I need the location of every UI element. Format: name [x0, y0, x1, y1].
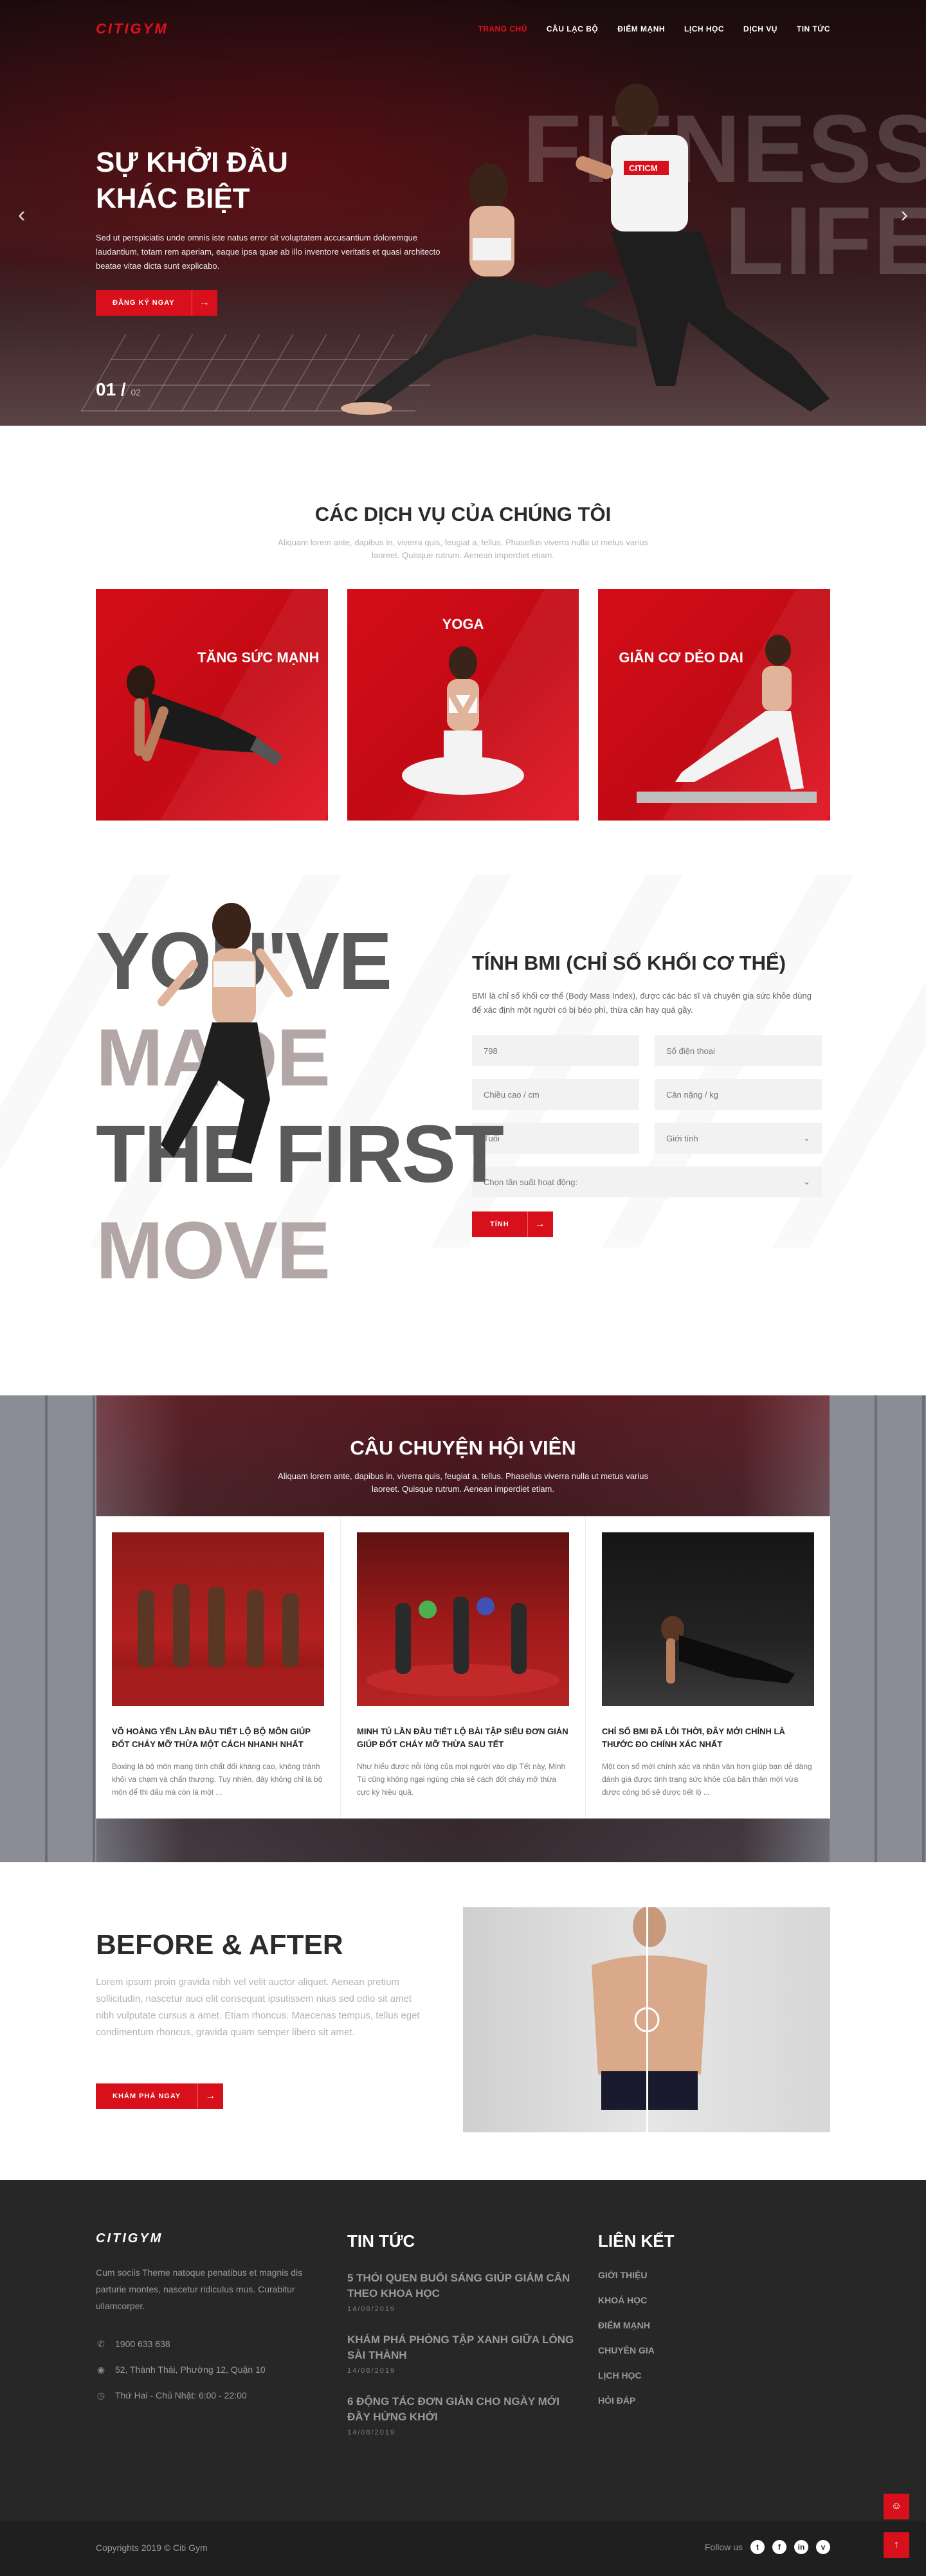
prev-slide-icon[interactable]: ‹ — [18, 203, 25, 228]
nav-item-strengths[interactable]: Điểm mạnh — [617, 24, 665, 33]
footer-logo[interactable]: CITIGYM — [96, 2231, 314, 2246]
story-title[interactable]: Võ Hoàng Yến lần đầu tiết lộ bộ môn giúp… — [112, 1725, 324, 1751]
footer-about: CITIGYM Cum sociis Theme natoque penatib… — [96, 2231, 314, 2408]
pushup-man-image — [127, 666, 282, 766]
location-icon: ◉ — [96, 2364, 105, 2375]
service-card-strength[interactable]: Tăng sức mạnh — [96, 589, 328, 821]
story-excerpt: Như hiểu được nỗi lòng của mọi người vào… — [357, 1762, 566, 1797]
footer-bottom: Copyrights 2019 © Citi Gym Follow us t f… — [0, 2521, 926, 2576]
footer-news-title: Tin tức — [347, 2231, 415, 2251]
user-icon[interactable]: ☺ — [884, 2494, 909, 2519]
before-after-section: Before & After Lorem ipsum proin gravida… — [0, 1907, 926, 2180]
yoga-woman-image — [401, 646, 524, 795]
footer-links-title: Liên kết — [598, 2231, 675, 2251]
nav-item-clubs[interactable]: Câu lạc bộ — [547, 24, 598, 33]
footer-news-item[interactable]: 6 động tác đơn giản cho ngày mới đầy hứn… — [347, 2394, 579, 2436]
facebook-icon[interactable]: f — [772, 2540, 786, 2554]
before-after-slider[interactable] — [463, 1907, 830, 2132]
weight-field[interactable]: Cân nặng / kg — [655, 1079, 822, 1110]
story-card[interactable]: Minh Tú lần đầu tiết lộ bài tập siêu đơn… — [341, 1516, 586, 1819]
footer-link-strengths[interactable]: Điểm mạnh — [598, 2313, 674, 2338]
footer-phone: ✆ 1900 633 638 — [96, 2331, 314, 2357]
story-image — [602, 1532, 814, 1706]
gender-select[interactable]: Giới tính ⌄ — [655, 1123, 822, 1154]
site-footer: CITIGYM Cum sociis Theme natoque penatib… — [0, 2180, 926, 2576]
phone-field[interactable]: Số điện thoại — [655, 1035, 822, 1066]
services-title: Các dịch vụ của chúng tôi — [314, 503, 612, 525]
activity-select[interactable]: Chọn tần suất hoạt động: ⌄ — [472, 1166, 822, 1197]
vimeo-icon[interactable]: v — [816, 2540, 830, 2554]
stories-list: Võ Hoàng Yến lần đầu tiết lộ bộ môn giúp… — [96, 1516, 830, 1819]
next-slide-icon[interactable]: › — [901, 203, 908, 228]
story-title[interactable]: Minh Tú lần đầu tiết lộ bài tập siêu đơn… — [357, 1725, 569, 1751]
footer-link-about[interactable]: Giới thiệu — [598, 2263, 674, 2288]
chevron-down-icon: ⌄ — [803, 1177, 810, 1186]
footer-about-text: Cum sociis Theme natoque penatibus et ma… — [96, 2267, 303, 2311]
svg-text:CITICM: CITICM — [629, 163, 658, 173]
footer-address: ◉ 52, Thành Thái, Phường 12, Quận 10 — [96, 2364, 266, 2375]
before-after-text: Lorem ipsum proin gravida nibh vel velit… — [96, 1977, 420, 2038]
register-button[interactable]: Đăng ký ngay → — [96, 290, 217, 316]
nav-item-schedule[interactable]: Lịch học — [684, 24, 724, 33]
story-excerpt: Một con số mới chính xác và nhân văn hơn… — [602, 1762, 812, 1797]
nav-menu: Trang chủ Câu lạc bộ Điểm mạnh Lịch học … — [478, 24, 830, 33]
arrow-right-icon: → — [197, 2083, 223, 2109]
phone-icon: ✆ — [97, 2338, 105, 2349]
bmi-form: Tính BMI (chỉ số khối cơ thể) BMI là chỉ… — [472, 952, 822, 1237]
story-image — [112, 1532, 324, 1706]
chevron-down-icon: ⌄ — [803, 1133, 810, 1143]
bmi-description: BMI là chỉ số khối cơ thể (Body Mass Ind… — [472, 991, 812, 1015]
hero-slider: FITNESS LIFE CITICM CITIGYM Trang chủ Câ… — [0, 0, 926, 426]
linkedin-icon[interactable]: in — [794, 2540, 808, 2554]
stories-title: Câu chuyện hội viên — [350, 1437, 576, 1459]
stretch-woman-image — [637, 635, 817, 803]
footer-link-experts[interactable]: Chuyên gia — [598, 2338, 674, 2363]
member-stories-section: Câu chuyện hội viên Aliquam lorem ante, … — [0, 1395, 926, 1862]
bmi-section: YOU'VE MADE THE FIRST MOVE Tính BMI (chỉ… — [0, 875, 926, 1296]
hero-content: Sự khởi đầu khác biệt Sed ut perspiciati… — [96, 145, 456, 316]
footer-news: Tin tức 5 thói quen buổi sáng giúp giảm … — [347, 2231, 579, 2436]
service-cards: Tăng sức mạnh Yoga — [96, 589, 831, 821]
copyright: Copyrights 2019 © Citi Gym — [96, 2543, 208, 2553]
explore-button[interactable]: Khám phá ngay → — [96, 2083, 224, 2109]
bmi-title: Tính BMI (chỉ số khối cơ thể) — [472, 952, 786, 974]
footer-links: Liên kết Giới thiệu Khoá học Điểm mạnh C… — [598, 2231, 674, 2413]
hero-title: Sự khởi đầu khác biệt — [96, 147, 288, 214]
story-title[interactable]: Chỉ số BMI đã lỗi thời, đây mới chính là… — [602, 1725, 814, 1751]
arrow-right-icon: → — [527, 1211, 553, 1237]
footer-hours: ◷ Thứ Hai - Chủ Nhật: 6:00 - 22:00 — [96, 2390, 247, 2401]
hero-description: Sed ut perspiciatis unde omnis iste natu… — [96, 233, 440, 271]
footer-news-item[interactable]: 5 thói quen buổi sáng giúp giảm cân theo… — [347, 2271, 579, 2313]
main-nav: CITIGYM Trang chủ Câu lạc bộ Điểm mạnh L… — [0, 0, 926, 58]
service-card-yoga[interactable]: Yoga — [347, 589, 579, 821]
social-links: Follow us t f in v — [705, 2540, 830, 2554]
arrow-right-icon: → — [191, 290, 217, 316]
service-card-stretch[interactable]: Giãn cơ dẻo dai — [598, 589, 831, 821]
story-card[interactable]: Chỉ số BMI đã lỗi thời, đây mới chính là… — [586, 1516, 830, 1819]
stories-subtitle: Aliquam lorem ante, dapibus in, viverra … — [278, 1471, 648, 1494]
before-after-title: Before & After — [96, 1929, 343, 1961]
follow-label: Follow us — [704, 2542, 743, 2552]
twitter-icon[interactable]: t — [750, 2540, 765, 2554]
nav-item-services[interactable]: Dịch vụ — [743, 24, 777, 33]
slide-counter: 01 / 02 — [96, 379, 141, 399]
story-image — [357, 1532, 569, 1706]
nav-item-home[interactable]: Trang chủ — [478, 24, 527, 33]
scroll-top-icon[interactable]: ↑ — [884, 2532, 909, 2558]
footer-link-schedule[interactable]: Lịch học — [598, 2363, 674, 2388]
nav-item-news[interactable]: Tin tức — [797, 24, 830, 33]
logo[interactable]: CITIGYM — [96, 21, 168, 37]
clock-icon: ◷ — [96, 2390, 105, 2400]
footer-news-item[interactable]: Khám phá phòng tập xanh giữa lòng Sài Th… — [347, 2332, 579, 2375]
story-excerpt: Boxing là bộ môn mang tính chất đối khán… — [112, 1762, 323, 1797]
story-card[interactable]: Võ Hoàng Yến lần đầu tiết lộ bộ môn giúp… — [96, 1516, 341, 1819]
services-subtitle: Aliquam lorem ante, dapibus in, viverra … — [278, 538, 648, 560]
footer-link-courses[interactable]: Khoá học — [598, 2288, 674, 2313]
jumping-woman-image — [158, 903, 293, 1164]
footer-link-faq[interactable]: Hỏi đáp — [598, 2388, 674, 2413]
